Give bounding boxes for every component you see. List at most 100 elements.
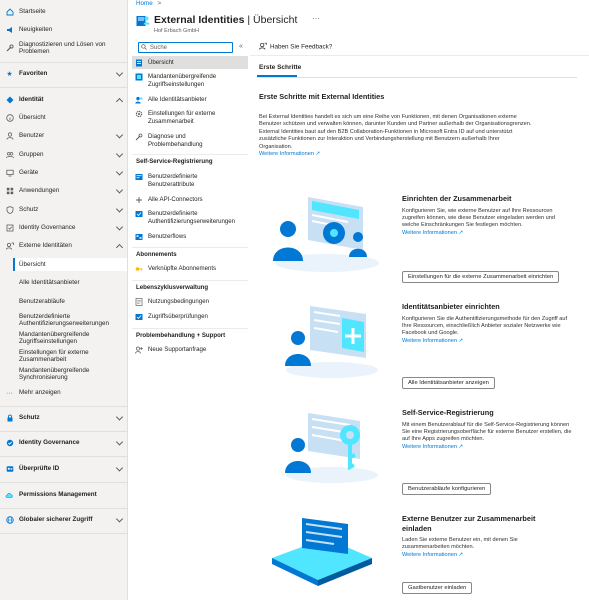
- divider: [250, 55, 589, 56]
- breadcrumb: Home >: [136, 0, 161, 7]
- sidebar-item-label: Mandantenübergreifende Zugriffseinstellu…: [19, 330, 90, 346]
- card-description: Konfigurieren Sie, wie externe Benutzer …: [402, 207, 556, 228]
- nav-item-access-reviews[interactable]: Zugriffsüberprüfungen: [132, 313, 250, 322]
- sidebar-subitem-user-flows[interactable]: Benutzerabläufe: [0, 297, 127, 307]
- show-identity-providers-button[interactable]: Alle Identitätsanbieter anzeigen: [402, 377, 495, 389]
- more-options-icon[interactable]: ···: [312, 14, 320, 23]
- verified-icon: [5, 465, 14, 474]
- nav-item-linked-subscriptions[interactable]: Verknüpfte Abonnements: [132, 265, 250, 274]
- nav-item-label: Einstellungen für externe Zusammenarbeit: [148, 110, 216, 125]
- ellipsis-icon: ···: [6, 389, 13, 397]
- sidebar-item-news[interactable]: Neuigkeiten: [0, 25, 127, 35]
- feedback-icon: [259, 42, 267, 52]
- sidebar-item-users[interactable]: Benutzer: [0, 131, 127, 141]
- feedback-button[interactable]: Haben Sie Feedback?: [259, 42, 332, 52]
- sidebar-item-home[interactable]: Startseite: [0, 7, 127, 17]
- nav-item-diagnose[interactable]: Diagnose und Problembehandlung: [132, 133, 250, 149]
- card-title: Einrichten der Zusammenarbeit: [402, 194, 512, 203]
- chevron-down-icon: [115, 150, 124, 158]
- gear-icon: [135, 110, 143, 118]
- card-title: Self-Service-Registrierung: [402, 408, 494, 417]
- nav-item-label: Alle Identitätsanbieter: [148, 96, 207, 103]
- diamond-icon: [5, 96, 14, 105]
- nav-item-label: Benutzerdefinierte Benutzerattribute: [148, 173, 198, 188]
- sidebar-item-permissions-management[interactable]: Permissions Management: [0, 490, 127, 500]
- divider: [132, 247, 248, 248]
- sidebar-item-label: Mehr anzeigen: [19, 389, 61, 397]
- governance-icon: [5, 439, 14, 448]
- breadcrumb-home[interactable]: Home: [136, 0, 153, 7]
- tenant-name: Hof Erbach GmbH: [154, 28, 199, 34]
- configure-user-flows-button[interactable]: Benutzerabläufe konfigurieren: [402, 483, 492, 495]
- divider: [132, 280, 248, 281]
- nav-item-api-connectors[interactable]: Alle API-Connectors: [132, 196, 250, 205]
- divider: [0, 508, 127, 509]
- nav-item-label: Verknüpfte Abonnements: [148, 265, 217, 272]
- sidebar-show-more[interactable]: ··· Mehr anzeigen: [0, 388, 127, 398]
- sidebar-item-verified-id[interactable]: Überprüfte ID: [0, 464, 127, 474]
- divider: [0, 406, 127, 407]
- card-learn-more-link[interactable]: Weitere Informationen ↗: [402, 444, 572, 450]
- page-title: External Identities | Übersicht: [154, 14, 298, 26]
- sidebar-item-label: Übersicht: [19, 261, 46, 268]
- sidebar-item-identity-governance[interactable]: Identity Governance: [0, 223, 127, 233]
- sidebar-item-external-identities[interactable]: Externe Identitäten: [0, 241, 127, 252]
- diagnose-icon: [135, 133, 143, 141]
- sidebar-item-label: Anwendungen: [19, 187, 60, 195]
- sidebar-item-groups[interactable]: Gruppen: [0, 150, 127, 160]
- sidebar-subitem-all-identity-providers[interactable]: Alle Identitätsanbieter: [0, 278, 127, 288]
- sidebar-item-devices[interactable]: Geräte: [0, 168, 127, 178]
- search-input[interactable]: Suche: [138, 42, 233, 53]
- flows-icon: [135, 233, 143, 241]
- review-icon: [135, 313, 143, 321]
- terms-icon: [135, 298, 143, 306]
- sidebar-item-protection[interactable]: Schutz: [0, 205, 127, 215]
- key-icon: [135, 265, 143, 273]
- nav-item-user-flows[interactable]: Benutzerflows: [132, 233, 250, 242]
- nav-item-label: Zugriffsüberprüfungen: [148, 313, 208, 320]
- nav-item-new-support-request[interactable]: Neue Supportanfrage: [132, 346, 250, 355]
- nav-item-custom-attributes[interactable]: Benutzerdefinierte Benutzerattribute: [132, 173, 250, 189]
- chevron-down-icon: [115, 205, 124, 213]
- sidebar-item-overview[interactable]: Übersicht: [0, 113, 127, 123]
- sidebar-subitem-custom-auth-extensions[interactable]: Benutzerdefinierte Authentifizierungserw…: [0, 312, 127, 328]
- nav-item-cross-tenant-access[interactable]: Mandantenübergreifende Zugriffseinstellu…: [132, 73, 250, 89]
- sidebar-item-apps[interactable]: Anwendungen: [0, 186, 127, 196]
- invite-guest-button[interactable]: Gastbenutzer einladen: [402, 582, 473, 594]
- card-learn-more-link[interactable]: Weitere Informationen ↗: [402, 230, 572, 236]
- sidebar-item-diagnose[interactable]: Diagnostizieren und Lösen von Problemen: [0, 40, 127, 56]
- nav-item-label: Neue Supportanfrage: [148, 346, 207, 353]
- nav-item-terms-of-use[interactable]: Nutzungsbedingungen: [132, 298, 250, 307]
- tab-getting-started[interactable]: Erste Schritte: [259, 64, 301, 71]
- nav-item-overview[interactable]: Übersicht: [132, 59, 250, 68]
- collapse-nav-icon[interactable]: «: [239, 43, 243, 50]
- nav-item-external-collab-settings[interactable]: Einstellungen für externe Zusammenarbeit: [132, 110, 250, 126]
- nav-item-custom-auth-extensions[interactable]: Benutzerdefinierte Authentifizierungserw…: [132, 210, 250, 226]
- sidebar-item-label: Benutzerabläufe: [19, 298, 65, 306]
- intro-learn-more-link[interactable]: Weitere Informationen ↗: [259, 151, 320, 157]
- feedback-label: Haben Sie Feedback?: [270, 43, 333, 51]
- divider: [0, 431, 127, 432]
- sidebar-subitem-cross-tenant-access[interactable]: Mandantenübergreifende Zugriffseinstellu…: [0, 330, 127, 346]
- sidebar-subitem-external-collab-settings[interactable]: Einstellungen für externe Zusammenarbeit: [0, 348, 127, 364]
- card-description: Konfigurieren Sie die Authentifizierungs…: [402, 315, 568, 336]
- card-learn-more-link[interactable]: Weitere Informationen ↗: [402, 338, 572, 344]
- sidebar-item-identity[interactable]: Identität: [0, 95, 127, 106]
- card-learn-more-link[interactable]: Weitere Informationen ↗: [402, 552, 552, 558]
- invite-users-illustration: [262, 510, 382, 595]
- globe-icon: [5, 516, 14, 525]
- extension-icon: [135, 210, 143, 218]
- sidebar-subitem-overview[interactable]: Übersicht: [13, 258, 127, 271]
- nav-item-label: Mandantenübergreifende Zugriffseinstellu…: [148, 73, 217, 88]
- divider: [0, 87, 127, 88]
- nav-item-all-identity-providers[interactable]: Alle Identitätsanbieter: [132, 96, 250, 105]
- sidebar-item-favorites[interactable]: ★ Favoriten: [0, 69, 127, 79]
- chevron-down-icon: [115, 464, 124, 472]
- setup-collaboration-button[interactable]: Einstellungen für die externe Zusammenar…: [402, 271, 560, 283]
- sidebar-item-identity-governance-section[interactable]: Identity Governance: [0, 438, 127, 448]
- sidebar-item-global-secure-access[interactable]: Globaler sicherer Zugriff: [0, 515, 127, 525]
- sidebar-item-label: Mandantenübergreifende Synchronisierung: [19, 366, 90, 382]
- sidebar-item-protection-section[interactable]: Schutz: [0, 413, 127, 423]
- sidebar-subitem-cross-tenant-sync[interactable]: Mandantenübergreifende Synchronisierung: [0, 366, 127, 382]
- sidebar-item-label: Identity Governance: [19, 224, 76, 232]
